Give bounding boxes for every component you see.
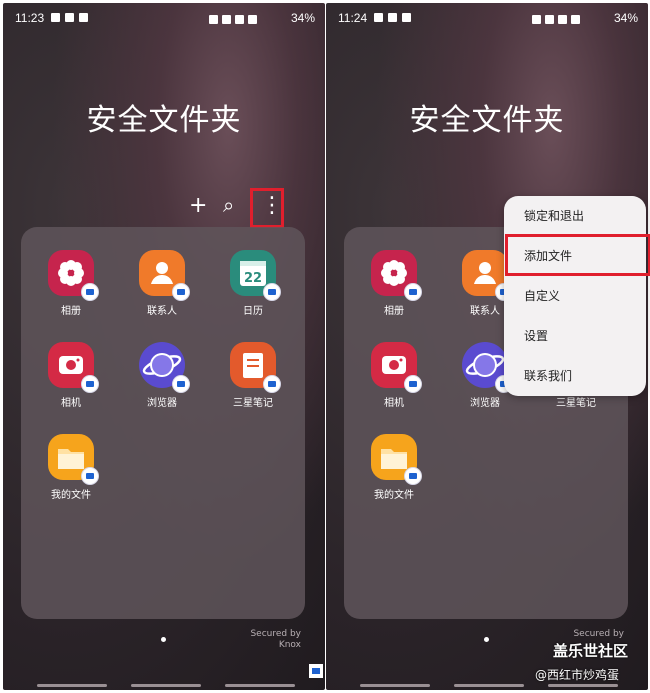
browser-icon [462, 342, 513, 393]
app-label: 日历 [243, 306, 263, 317]
app-browser[interactable]: 浏览器 [122, 342, 202, 409]
gallery-notification-icon [388, 13, 397, 22]
corner-folder-icon [309, 664, 323, 678]
more-options-highlight [250, 188, 284, 228]
nav-bar-center [131, 684, 201, 687]
app-label: 相机 [61, 398, 81, 409]
notification-icon [51, 13, 60, 22]
notification-icon [374, 13, 383, 22]
secure-folder-badge-icon [263, 375, 281, 393]
system-icons [528, 13, 580, 27]
left-screen: 11:23 34% 安全文件夹 + ⌕ ⋮ 相册 联系人 22 日历 相机 浏览… [3, 3, 325, 690]
camera-icon [371, 342, 422, 393]
app-calendar[interactable]: 22 日历 [213, 250, 293, 317]
menu-item-customize[interactable]: 自定义 [504, 276, 646, 316]
app-label: 我的文件 [374, 490, 414, 501]
app-camera[interactable]: 相机 [354, 342, 434, 409]
app-label: 相机 [384, 398, 404, 409]
secure-folder-badge-icon [263, 283, 281, 301]
menu-item-lock-and-exit[interactable]: 锁定和退出 [504, 196, 646, 236]
calendar-icon: 22 [230, 250, 281, 301]
app-label: 三星笔记 [233, 398, 273, 409]
secure-folder-badge-icon [81, 283, 99, 301]
app-gallery[interactable]: 相册 [354, 250, 434, 317]
files-icon [48, 434, 99, 485]
system-icons [205, 13, 257, 27]
watermark-title: 盖乐世社区 [553, 642, 629, 660]
status-time: 11:23 [15, 11, 45, 25]
contacts-icon [462, 250, 513, 301]
app-gallery[interactable]: 相册 [31, 250, 111, 317]
secure-folder-badge-icon [404, 375, 422, 393]
app-my-files[interactable]: 我的文件 [354, 434, 434, 501]
app-label: 联系人 [147, 306, 177, 317]
secured-by-text: Secured by [573, 629, 624, 639]
battery-level: 34% [290, 11, 315, 25]
files-icon [371, 434, 422, 485]
page-indicator [484, 637, 489, 642]
nav-bar-left [360, 684, 430, 687]
secured-by-knox: Secured by Knox [250, 629, 301, 651]
app-label: 相册 [384, 306, 404, 317]
app-label: 三星笔记 [556, 398, 596, 409]
secure-folder-badge-icon [404, 283, 422, 301]
status-bar: 11:23 34% [3, 9, 325, 29]
secure-folder-badge-icon [404, 467, 422, 485]
nav-bar-left [37, 684, 107, 687]
add-button[interactable]: + [189, 193, 207, 218]
app-camera[interactable]: 相机 [31, 342, 111, 409]
secure-folder-badge-icon [81, 467, 99, 485]
app-label: 我的文件 [51, 490, 91, 501]
camera-icon [48, 342, 99, 393]
page-title: 安全文件夹 [86, 103, 242, 138]
gallery-notification-icon [65, 13, 74, 22]
menu-item-contact-us[interactable]: 联系我们 [504, 356, 646, 396]
contacts-icon [139, 250, 190, 301]
menu-item-settings[interactable]: 设置 [504, 316, 646, 356]
secured-by-knox: Secured by [573, 629, 624, 640]
page-indicator [161, 637, 166, 642]
notes-icon [230, 342, 281, 393]
page-title: 安全文件夹 [409, 103, 565, 138]
status-time: 11:24 [338, 11, 368, 25]
app-label: 浏览器 [470, 398, 500, 409]
nav-bar-center [454, 684, 524, 687]
nav-bar-right [548, 684, 618, 687]
app-label: 浏览器 [147, 398, 177, 409]
status-bar: 11:24 34% [326, 9, 648, 29]
secure-folder-badge-icon [81, 375, 99, 393]
search-icon[interactable]: ⌕ [223, 193, 234, 217]
image-notification-icon [79, 13, 88, 22]
app-samsung-notes[interactable]: 三星笔记 [213, 342, 293, 409]
secured-by-text: Secured by [250, 629, 301, 639]
app-contacts[interactable]: 联系人 [122, 250, 202, 317]
watermark-author: @西红市炒鸡蛋 [535, 668, 620, 682]
secure-folder-badge-icon [172, 283, 190, 301]
app-my-files[interactable]: 我的文件 [31, 434, 111, 501]
gallery-icon [48, 250, 99, 301]
knox-text: Knox [278, 640, 301, 650]
image-notification-icon [402, 13, 411, 22]
battery-level: 34% [613, 11, 638, 25]
browser-icon [139, 342, 190, 393]
calendar-day: 22 [244, 271, 262, 286]
secure-folder-badge-icon [172, 375, 190, 393]
more-options-menu: 锁定和退出 添加文件 自定义 设置 联系我们 [504, 196, 646, 396]
nav-bar-right [225, 684, 295, 687]
app-label: 相册 [61, 306, 81, 317]
gallery-icon [371, 250, 422, 301]
add-files-highlight [505, 234, 650, 276]
